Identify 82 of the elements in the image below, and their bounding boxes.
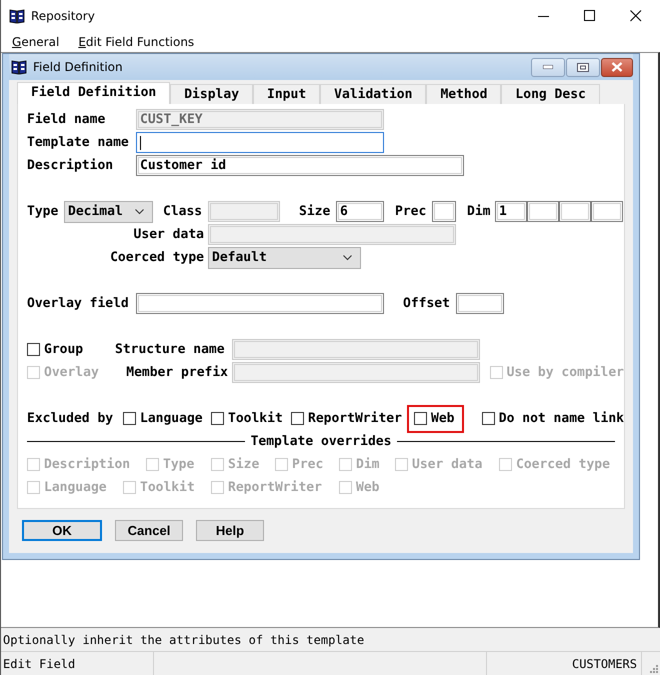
checkbox[interactable] — [123, 412, 136, 425]
field-label: Description — [27, 158, 114, 173]
tab[interactable]: Display — [170, 84, 254, 104]
tab[interactable]: Method — [426, 84, 502, 104]
input-field[interactable] — [136, 293, 384, 314]
checkbox[interactable] — [211, 412, 224, 425]
checkbox-label: Description — [44, 457, 130, 472]
checkbox-label: Coerced type — [516, 457, 610, 472]
tab[interactable]: Validation — [320, 84, 426, 104]
checkbox-label: Prec — [292, 457, 324, 472]
dialog-icon — [11, 59, 27, 75]
status-text: Edit Field — [3, 656, 76, 670]
checkbox[interactable] — [27, 343, 40, 356]
minimize-button[interactable] — [531, 58, 565, 76]
checkbox-label: Group — [44, 342, 84, 357]
input-field[interactable] — [136, 132, 384, 153]
close-icon — [611, 62, 623, 72]
status-message: Optionally inherit the attributes of this template — [1, 628, 660, 652]
chevron-icon — [135, 208, 144, 214]
status-text: CUSTOMERS — [572, 656, 637, 670]
checkbox-label: Size — [228, 457, 260, 472]
field-label: Template name — [27, 135, 130, 150]
checkbox-label: Overlay — [44, 365, 99, 380]
maximize-icon[interactable] — [584, 10, 596, 22]
field-label: Class — [163, 204, 204, 219]
input-field[interactable] — [591, 201, 623, 222]
checkbox-label: Type — [163, 457, 194, 472]
field-label: Prec — [395, 204, 428, 219]
field-label: Dim — [467, 204, 492, 219]
dialog-button[interactable]: OK — [22, 520, 102, 541]
tab[interactable]: Field Definition — [17, 82, 170, 104]
checkbox[interactable] — [482, 412, 495, 425]
restore-icon — [577, 62, 589, 72]
checkbox[interactable] — [291, 412, 304, 425]
field-label: User data — [132, 227, 205, 242]
checkbox-label: Do not name link — [498, 411, 624, 426]
dialog-button[interactable]: Help — [196, 520, 264, 541]
close-icon[interactable] — [630, 10, 642, 22]
field-label: Type — [27, 204, 60, 219]
menu-item[interactable]: General — [12, 35, 60, 49]
close-button[interactable] — [601, 58, 633, 76]
field-label: Overlay field — [27, 296, 130, 311]
input-field[interactable] — [559, 201, 591, 222]
input-field[interactable] — [432, 201, 456, 222]
field-label: Field name — [27, 112, 106, 127]
checkbox-label: Toolkit — [140, 480, 195, 495]
dialog-title: Field Definition — [33, 60, 123, 74]
chevron-icon — [343, 254, 352, 260]
dialog-button[interactable]: Cancel — [115, 520, 183, 541]
section-title: Template overrides — [250, 434, 392, 449]
checkbox-label: ReportWriter — [308, 411, 402, 426]
input-field[interactable]: 1 — [495, 201, 527, 222]
checkbox-label: Web — [431, 411, 454, 426]
checkbox-label: Use by compiler — [506, 365, 624, 380]
checkbox-label: ReportWriter — [228, 480, 322, 495]
dropdown[interactable]: Decimal — [64, 200, 153, 222]
checkbox-label: Language — [140, 411, 203, 426]
tab[interactable]: Input — [253, 84, 320, 104]
restore-button[interactable] — [566, 58, 600, 76]
field-label: Member prefix — [125, 365, 229, 380]
app-icon — [9, 8, 25, 24]
field-label: Coerced type — [109, 250, 205, 265]
resize-grip-icon — [648, 663, 658, 673]
input-field[interactable] — [456, 293, 504, 314]
checkbox-label: Dim — [356, 457, 380, 472]
checkbox-label: User data — [412, 457, 482, 472]
checkbox-label: Toolkit — [228, 411, 283, 426]
input-field[interactable]: 6 — [336, 201, 384, 222]
field-label: Excluded by — [27, 411, 114, 426]
checkbox-label: Language — [44, 480, 107, 495]
input-field[interactable] — [527, 201, 559, 222]
input-field[interactable]: Customer id — [136, 155, 464, 176]
checkbox-label: Web — [356, 480, 380, 495]
menu-item[interactable]: Edit Field Functions — [78, 35, 194, 49]
minimize-icon — [543, 65, 553, 69]
field-label: Offset — [403, 296, 451, 311]
field-label: Size — [299, 204, 332, 219]
window-title: Repository — [31, 9, 95, 23]
tab[interactable]: Long Desc — [501, 84, 600, 104]
checkbox[interactable] — [414, 412, 427, 425]
field-label: Structure name — [115, 342, 226, 357]
dropdown[interactable]: Default — [208, 246, 361, 268]
